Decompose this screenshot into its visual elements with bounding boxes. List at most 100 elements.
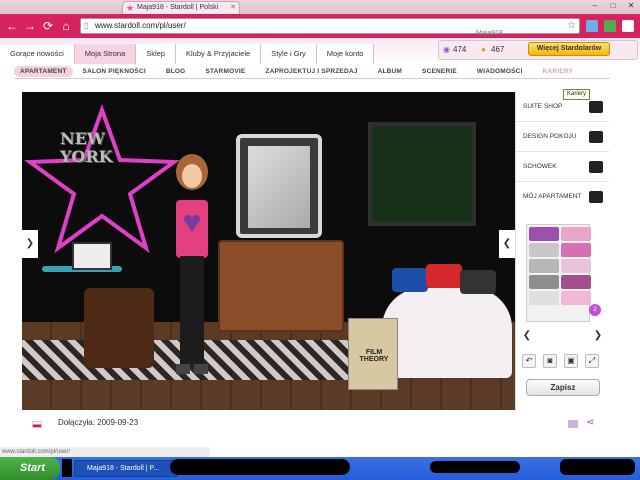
submenu-apartment[interactable]: APARTAMENT bbox=[14, 65, 73, 77]
menu-item-shop[interactable]: Sklep bbox=[136, 44, 176, 64]
submenu-careers[interactable]: KARIERY bbox=[533, 68, 583, 75]
stardollar-icon: ◉ bbox=[443, 45, 450, 54]
room-thumbnail[interactable] bbox=[529, 259, 559, 273]
back-icon[interactable]: ← bbox=[4, 18, 20, 34]
main-menu: Gorące nowości Moja Strona Sklep Kluby &… bbox=[0, 44, 375, 64]
redaction bbox=[560, 459, 635, 475]
save-button[interactable]: Zapisz bbox=[526, 379, 600, 396]
redaction bbox=[170, 459, 350, 475]
my-apartment-button[interactable]: MÓJ APARTAMENT bbox=[516, 182, 609, 212]
wooden-dresser bbox=[218, 240, 344, 332]
extension-icon[interactable] bbox=[586, 20, 598, 32]
submenu-scenes[interactable]: SCENERIE bbox=[412, 68, 467, 75]
pillow bbox=[392, 268, 428, 292]
menu-item-my-page[interactable]: Moja Strona bbox=[74, 44, 137, 64]
fullscreen-icon[interactable]: ⤢ bbox=[585, 354, 599, 368]
browser-tab[interactable]: ★ Maja918 - Stardoll | Polski ✕ bbox=[122, 1, 240, 14]
storage-button[interactable]: SCHOWEK bbox=[516, 152, 609, 182]
start-label: Start bbox=[20, 462, 46, 474]
menu-item-my-account[interactable]: Moje konto bbox=[316, 44, 375, 64]
home-icon[interactable]: ⌂ bbox=[58, 18, 74, 34]
start-button[interactable]: Start bbox=[0, 457, 60, 480]
room-side-panel: SUITE SHOP DESIGN POKOJU SCHOWEK MÓJ APA… bbox=[515, 92, 609, 410]
room-design-button[interactable]: DESIGN POKOJU bbox=[516, 122, 609, 152]
doll-avatar bbox=[176, 154, 208, 374]
room-thumbnail[interactable] bbox=[561, 243, 591, 257]
stardollar-count: 474 bbox=[453, 45, 467, 54]
mirror-glass bbox=[248, 146, 310, 228]
signal-icon[interactable] bbox=[604, 20, 616, 32]
storage-icon bbox=[589, 161, 603, 173]
furniture-icon[interactable]: ▣ bbox=[564, 354, 578, 368]
taskbar-browser-item[interactable]: Maja918 - Stardoll | P... bbox=[74, 460, 178, 477]
room-thumbnail[interactable] bbox=[561, 275, 591, 289]
stardoll-favicon-icon: ★ bbox=[126, 3, 135, 13]
shopping-bag-label: FILM THEORY bbox=[359, 349, 389, 363]
message-icon[interactable] bbox=[568, 420, 578, 428]
room-thumbnail[interactable] bbox=[529, 291, 559, 305]
apartment-icon bbox=[589, 191, 603, 203]
submenu: APARTAMENT SALON PIĘKNOŚCI BLOG STARMOVI… bbox=[14, 64, 610, 79]
undo-icon[interactable]: ↶ bbox=[522, 354, 536, 368]
menu-item-clubs-friends[interactable]: Kluby & Przyjaciele bbox=[175, 44, 262, 64]
white-bed bbox=[382, 288, 512, 378]
pillow bbox=[460, 270, 496, 294]
page-badge: 2 bbox=[589, 304, 601, 316]
polish-flag-icon bbox=[32, 421, 42, 428]
close-window-icon[interactable]: ✕ bbox=[622, 0, 640, 12]
forward-icon[interactable]: → bbox=[22, 18, 38, 34]
address-bar[interactable]: ▯ www.stardoll.com/pl/user/ ☆ bbox=[80, 18, 580, 34]
prev-arrow-icon[interactable]: ❮ bbox=[520, 330, 534, 344]
submenu-blog[interactable]: BLOG bbox=[156, 68, 196, 75]
browser-tabbar: ★ Maja918 - Stardoll | Polski ✕ – □ ✕ bbox=[0, 0, 640, 14]
page-icon: ▯ bbox=[84, 21, 89, 30]
camera-icon[interactable]: ◙ bbox=[543, 354, 557, 368]
coin-count: 467 bbox=[491, 45, 505, 54]
redaction bbox=[430, 461, 520, 473]
new-york-sign-line: YORK bbox=[60, 147, 113, 166]
menu-item-style-games[interactable]: Style i Gry bbox=[261, 44, 317, 64]
browser-status-bar: www.stardoll.com/pl/user/ bbox=[0, 447, 210, 457]
room-thumbnails bbox=[526, 224, 591, 322]
taskbar-item-label: Maja918 - Stardoll | P... bbox=[87, 465, 160, 472]
room-thumbnail[interactable] bbox=[561, 291, 591, 305]
submenu-album[interactable]: ALBUM bbox=[368, 68, 412, 75]
submenu-messages[interactable]: WIADOMOŚCI bbox=[467, 68, 533, 75]
browser-toolbar: ← → ⟳ ⌂ ▯ www.stardoll.com/pl/user/ ☆ bbox=[0, 14, 640, 38]
profile-footer: Dołączyła: 2009-09-23 ⋖ bbox=[22, 416, 608, 432]
room-thumbnail[interactable] bbox=[529, 243, 559, 257]
close-tab-icon[interactable]: ✕ bbox=[230, 2, 236, 14]
menu-item-hot-news[interactable]: Gorące nowości bbox=[0, 44, 75, 64]
reload-icon[interactable]: ⟳ bbox=[40, 18, 56, 34]
wrench-icon[interactable] bbox=[622, 20, 634, 32]
vanity-mirror bbox=[236, 134, 322, 238]
room-thumbnail[interactable] bbox=[529, 227, 559, 241]
room-left-arrow-icon[interactable]: ❯ bbox=[22, 230, 38, 258]
submenu-starmovie[interactable]: STARMOVIE bbox=[195, 68, 255, 75]
bookmark-star-icon[interactable]: ☆ bbox=[567, 19, 576, 33]
room-thumbnail[interactable] bbox=[561, 259, 591, 273]
shopping-bag: FILM THEORY bbox=[348, 318, 398, 390]
suite-shop-label: SUITE SHOP bbox=[523, 103, 563, 110]
room-design-label: DESIGN POKOJU bbox=[523, 133, 577, 140]
submenu-beauty-parlor[interactable]: SALON PIĘKNOŚCI bbox=[73, 68, 156, 75]
room-thumbnail[interactable] bbox=[529, 275, 559, 289]
shop-icon bbox=[589, 101, 603, 113]
pillow bbox=[426, 264, 462, 288]
maximize-icon[interactable]: □ bbox=[604, 0, 622, 12]
laptop bbox=[72, 242, 112, 270]
next-arrow-icon[interactable]: ❯ bbox=[591, 330, 605, 344]
minimize-icon[interactable]: – bbox=[586, 0, 604, 12]
neon-star-sign bbox=[24, 104, 180, 254]
submenu-design-sell[interactable]: ZAPROJEKTUJ I SPRZEDAJ bbox=[255, 68, 367, 75]
room-thumbnail[interactable] bbox=[561, 227, 591, 241]
chalkboard bbox=[368, 122, 476, 226]
url-text: www.stardoll.com/pl/user/ bbox=[95, 21, 186, 30]
new-york-sign-line: NEW bbox=[60, 129, 105, 148]
room-right-arrow-icon[interactable]: ❮ bbox=[499, 230, 515, 258]
join-date: Dołączyła: 2009-09-23 bbox=[58, 418, 139, 427]
my-apartment-label: MÓJ APARTAMENT bbox=[523, 193, 582, 200]
share-icon[interactable]: ⋖ bbox=[586, 417, 594, 428]
more-stardollars-button[interactable]: Więcej Stardolarów bbox=[528, 42, 610, 56]
storage-label: SCHOWEK bbox=[523, 163, 557, 170]
